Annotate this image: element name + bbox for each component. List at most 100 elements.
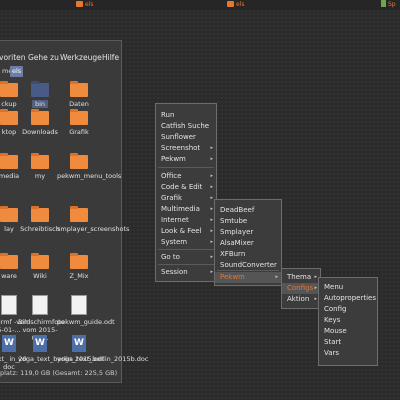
file-item[interactable]: Wyoga_text_berlin_2015.odt [18, 335, 105, 363]
root-menu-item[interactable]: Multimedia ▸ [156, 204, 216, 215]
system-submenu: DeadBeef Smtube Smplayer AlsaMixer XFBurn Sou… [214, 199, 282, 286]
file-item[interactable]: smplayer_screenshots [57, 206, 129, 233]
file-item[interactable]: Wyoga_text_berlin_2015b.doc [57, 335, 148, 363]
file-item[interactable]: pekwm_menu_tools [57, 153, 121, 180]
submenu-arrow-icon: ▸ [314, 296, 317, 302]
app-icon [381, 0, 386, 7]
taskbar-item[interactable]: els [227, 0, 244, 10]
menu-tools[interactable]: Werkzeuge [60, 53, 102, 62]
root-menu-item[interactable]: Code & Edit ▸ [156, 182, 216, 193]
menu-item-label: Session [161, 268, 188, 276]
submenu-arrow-icon: ▸ [210, 269, 213, 275]
root-menu-item[interactable]: Pekwm ▸ [156, 154, 216, 165]
system-menu-item[interactable]: Pekwm ▸ [215, 272, 281, 283]
system-menu-item[interactable]: Smtube [215, 216, 281, 227]
pekwm-menu-item[interactable]: Configs ▸ [282, 283, 320, 294]
file-item-label: my [34, 172, 46, 180]
menu-go-to[interactable]: Gehe zu [28, 53, 59, 62]
file-item[interactable]: Z_Mix [57, 253, 101, 280]
menu-item-label: Grafik [161, 194, 183, 202]
menu-item-label: Vars [324, 349, 340, 357]
submenu-arrow-icon: ▸ [210, 145, 213, 151]
system-menu-item[interactable]: XFBurn [215, 249, 281, 260]
root-menu-item[interactable]: Screenshot ▸ [156, 143, 216, 154]
pekwm-menu-item[interactable]: Thema ▸ [282, 272, 320, 283]
file-item[interactable]: Schreibtisch [18, 206, 62, 233]
menu-item-label: Start [324, 338, 342, 346]
root-menu-item[interactable]: Internet ▸ [156, 215, 216, 226]
menu-item-label: Sunflower [161, 133, 196, 141]
menu-item-label: Code & Edit [161, 183, 203, 191]
path-crumb-current[interactable]: els [10, 66, 24, 77]
menu-favorites[interactable]: voriten [0, 53, 26, 62]
configs-menu-item[interactable]: Vars [319, 348, 377, 359]
root-menu-item[interactable]: System ▸ [156, 237, 216, 248]
menu-item-label: Config [324, 305, 347, 313]
submenu-arrow-icon: ▸ [210, 217, 213, 223]
pekwm-menu-item[interactable]: Aktion ▸ [282, 294, 320, 305]
file-item[interactable]: Downloads [18, 109, 62, 136]
menu-item-label: Autoproperties [324, 294, 376, 302]
system-menu-item[interactable]: DeadBeef [215, 205, 281, 216]
menu-item-label: Menu [324, 283, 344, 291]
folder-icon [70, 109, 88, 125]
folder-icon [70, 81, 88, 97]
file-item-label: yoga_text_berlin_2015.odt [18, 355, 105, 363]
root-menu-item[interactable]: Session ▸ [156, 267, 216, 278]
folder-icon [70, 206, 88, 222]
file-item[interactable]: Daten [57, 81, 101, 108]
root-menu-item[interactable]: Run [156, 110, 216, 121]
file-item-label: Downloads [22, 128, 58, 136]
pekwm-submenu: Thema ▸ Configs ▸ Aktion ▸ [281, 268, 321, 309]
folder-icon [31, 253, 49, 269]
configs-menu-item[interactable]: Config [319, 304, 377, 315]
menu-help[interactable]: Hilfe [102, 53, 119, 62]
word-document-icon: W [33, 335, 47, 352]
folder-icon [0, 153, 18, 169]
root-menu-item[interactable]: Sunflower [156, 132, 216, 143]
path-bar: me els [0, 65, 121, 79]
root-menu-item[interactable]: Grafik ▸ [156, 193, 216, 204]
system-menu-item[interactable]: AlsaMixer [215, 238, 281, 249]
folder-icon [0, 253, 18, 269]
file-manager-window: voriten Gehe zu Werkzeuge Hilfe me els c… [0, 40, 148, 383]
configs-menu-item[interactable]: Autoproperties [319, 293, 377, 304]
root-menu-item[interactable]: Catfish Suche [156, 121, 216, 132]
taskbar-item[interactable]: els [76, 0, 93, 10]
submenu-arrow-icon: ▸ [210, 228, 213, 234]
file-item-label: bin [31, 100, 49, 108]
submenu-arrow-icon: ▸ [210, 156, 213, 162]
configs-submenu: Menu Autoproperties Config Keys Mouse Start Va… [318, 277, 378, 366]
root-menu: Run Catfish Suche Sunflower Screenshot ▸ Pekw… [155, 103, 217, 282]
system-menu-item[interactable]: Smplayer [215, 227, 281, 238]
submenu-arrow-icon: ▸ [210, 184, 213, 190]
file-item-label: Grafik [69, 128, 89, 136]
menu-item-label: Run [161, 111, 175, 119]
menu-item-label: Internet [161, 216, 189, 224]
configs-menu-item[interactable]: Menu [319, 282, 377, 293]
root-menu-item[interactable]: Look & Feel ▸ [156, 226, 216, 237]
menu-item-label: SoundConverter [220, 261, 277, 269]
file-item[interactable]: pekwm_guide.odt [57, 295, 115, 326]
folder-icon [0, 206, 18, 222]
root-menu-item[interactable]: Go to ▸ [156, 252, 216, 263]
taskbar-item[interactable]: Sp [381, 0, 396, 10]
submenu-arrow-icon: ▸ [210, 239, 213, 245]
file-item[interactable]: my [18, 153, 62, 180]
file-item[interactable]: Grafik [57, 109, 101, 136]
submenu-arrow-icon: ▸ [210, 173, 213, 179]
folder-icon [70, 253, 88, 269]
file-item[interactable]: Wiki [18, 253, 62, 280]
menu-item-label: Aktion [287, 295, 310, 303]
menu-separator [158, 167, 214, 168]
configs-menu-item[interactable]: Keys [319, 315, 377, 326]
document-icon [71, 295, 87, 315]
submenu-arrow-icon: ▸ [210, 195, 213, 201]
configs-menu-item[interactable]: Mouse [319, 326, 377, 337]
folder-icon [76, 1, 83, 7]
folder-icon [31, 153, 49, 169]
configs-menu-item[interactable]: Start [319, 337, 377, 348]
top-panel: els els Sp [0, 0, 400, 10]
root-menu-item[interactable]: Office ▸ [156, 171, 216, 182]
file-item[interactable]: bin [18, 81, 62, 108]
